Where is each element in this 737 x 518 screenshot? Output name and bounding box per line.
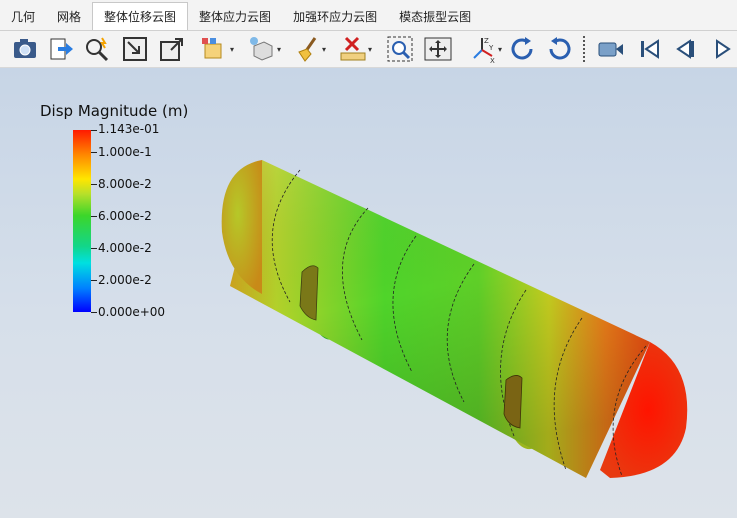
zoom-fit-icon[interactable] — [385, 34, 415, 64]
pick-icon[interactable] — [82, 34, 112, 64]
vessel-model — [221, 160, 688, 478]
box-view-icon[interactable] — [199, 34, 229, 64]
chevron-down-icon[interactable]: ▾ — [322, 45, 326, 54]
record-icon[interactable] — [596, 34, 626, 64]
prev-frame-icon[interactable] — [670, 34, 700, 64]
first-frame-icon[interactable] — [634, 34, 664, 64]
tab-geometry[interactable]: 几何 — [0, 4, 46, 30]
toolbar-separator — [583, 36, 585, 62]
rotate-ccw-icon[interactable] — [545, 34, 575, 64]
pan-icon[interactable] — [423, 34, 453, 64]
tab-mesh[interactable]: 网格 — [46, 4, 92, 30]
zoom-extent-icon[interactable] — [157, 34, 187, 64]
svg-text:X: X — [490, 57, 495, 64]
zoom-box-icon[interactable] — [120, 34, 150, 64]
toolbar: ▾ ▾ ▾ ▾ ZYX ▾ — [0, 31, 737, 68]
svg-text:Y: Y — [488, 44, 494, 52]
chevron-down-icon[interactable]: ▾ — [230, 45, 234, 54]
axes-icon[interactable]: ZYX — [470, 34, 500, 65]
chevron-down-icon[interactable]: ▾ — [277, 45, 281, 54]
cube-view-icon[interactable] — [246, 34, 276, 64]
export-icon[interactable] — [46, 34, 76, 64]
clear-icon[interactable] — [293, 34, 323, 64]
tab-ring-stress[interactable]: 加强环应力云图 — [282, 4, 388, 30]
chevron-down-icon[interactable]: ▾ — [498, 45, 502, 54]
chevron-down-icon[interactable]: ▾ — [368, 45, 372, 54]
tab-displacement[interactable]: 整体位移云图 — [92, 2, 189, 30]
ruler-icon[interactable] — [338, 34, 368, 64]
play-icon[interactable] — [708, 34, 737, 64]
rotate-cw-icon[interactable] — [507, 34, 537, 64]
tab-bar: 几何 网格 整体位移云图 整体应力云图 加强环应力云图 模态振型云图 — [0, 0, 737, 31]
tab-modal[interactable]: 模态振型云图 — [388, 4, 482, 30]
3d-viewport[interactable]: Disp Magnitude (m) 1.143e-01 1.000e-1 8.… — [0, 68, 737, 518]
tab-stress[interactable]: 整体应力云图 — [188, 4, 282, 30]
camera-icon[interactable] — [10, 34, 40, 64]
